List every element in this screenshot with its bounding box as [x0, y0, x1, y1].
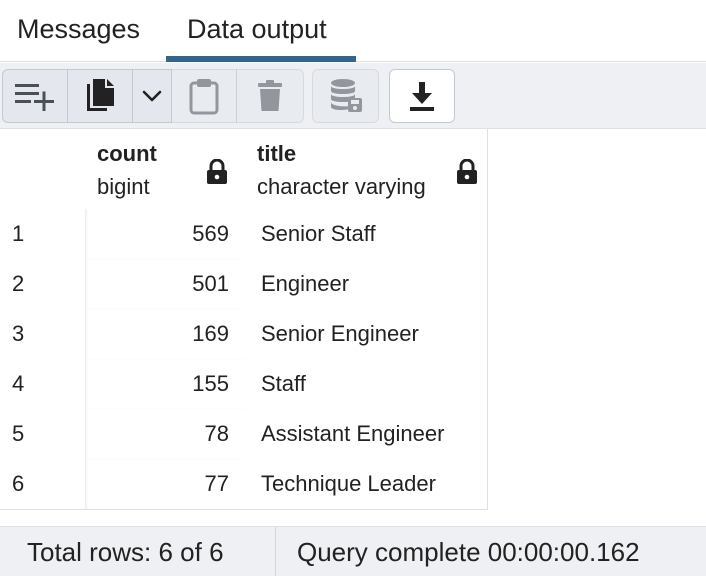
row-number[interactable]: 4 [0, 359, 86, 410]
cell-count[interactable]: 501 [85, 259, 246, 310]
cell-count[interactable]: 169 [85, 309, 246, 360]
column-type: bigint [97, 174, 150, 199]
add-row-button[interactable] [2, 69, 68, 123]
data-toolbar [0, 63, 706, 129]
tab-data-output[interactable]: Data output [187, 14, 327, 45]
status-divider [275, 527, 276, 576]
cell-title[interactable]: Senior Staff [245, 209, 488, 260]
column-type: character varying [257, 174, 426, 199]
row-number[interactable]: 5 [0, 409, 86, 460]
delete-icon [258, 80, 282, 111]
lock-icon [457, 159, 477, 184]
result-tabs: Messages Data output [0, 0, 706, 62]
cell-title[interactable]: Technique Leader [245, 459, 488, 510]
query-status: Query complete 00:00:00.162 [297, 537, 640, 567]
copy-options-dropdown[interactable] [132, 69, 172, 123]
cell-count[interactable]: 569 [85, 209, 246, 260]
save-data-icon [330, 79, 362, 112]
cell-title[interactable]: Senior Engineer [245, 309, 488, 360]
paste-icon [189, 79, 219, 115]
lock-icon [207, 159, 227, 184]
row-number[interactable]: 1 [0, 209, 86, 260]
copy-button[interactable] [67, 69, 133, 123]
chevron-down-icon [142, 90, 162, 102]
download-icon [410, 82, 434, 111]
row-number[interactable]: 2 [0, 259, 86, 310]
status-bar: Total rows: 6 of 6 Query complete 00:00:… [0, 526, 706, 576]
active-tab-indicator [166, 56, 356, 62]
column-name: title [257, 141, 297, 166]
add-row-icon [15, 84, 54, 111]
cell-title[interactable]: Assistant Engineer [245, 409, 488, 460]
cell-count[interactable]: 78 [85, 409, 246, 460]
save-data-button[interactable] [312, 69, 379, 123]
row-header-corner [0, 129, 86, 210]
total-rows-status: Total rows: 6 of 6 [27, 537, 224, 567]
paste-button[interactable] [171, 69, 237, 123]
column-name: count [97, 141, 157, 166]
cell-title[interactable]: Engineer [245, 259, 488, 310]
row-number[interactable]: 6 [0, 459, 86, 510]
column-header-count[interactable]: count bigint [85, 129, 246, 210]
copy-icon [87, 79, 114, 111]
cell-count[interactable]: 77 [85, 459, 246, 510]
delete-button[interactable] [236, 69, 304, 123]
column-header-title[interactable]: title character varying [245, 129, 488, 210]
cell-count[interactable]: 155 [85, 359, 246, 410]
cell-title[interactable]: Staff [245, 359, 488, 410]
tab-messages[interactable]: Messages [17, 14, 140, 45]
download-button[interactable] [389, 69, 455, 123]
row-number[interactable]: 3 [0, 309, 86, 360]
